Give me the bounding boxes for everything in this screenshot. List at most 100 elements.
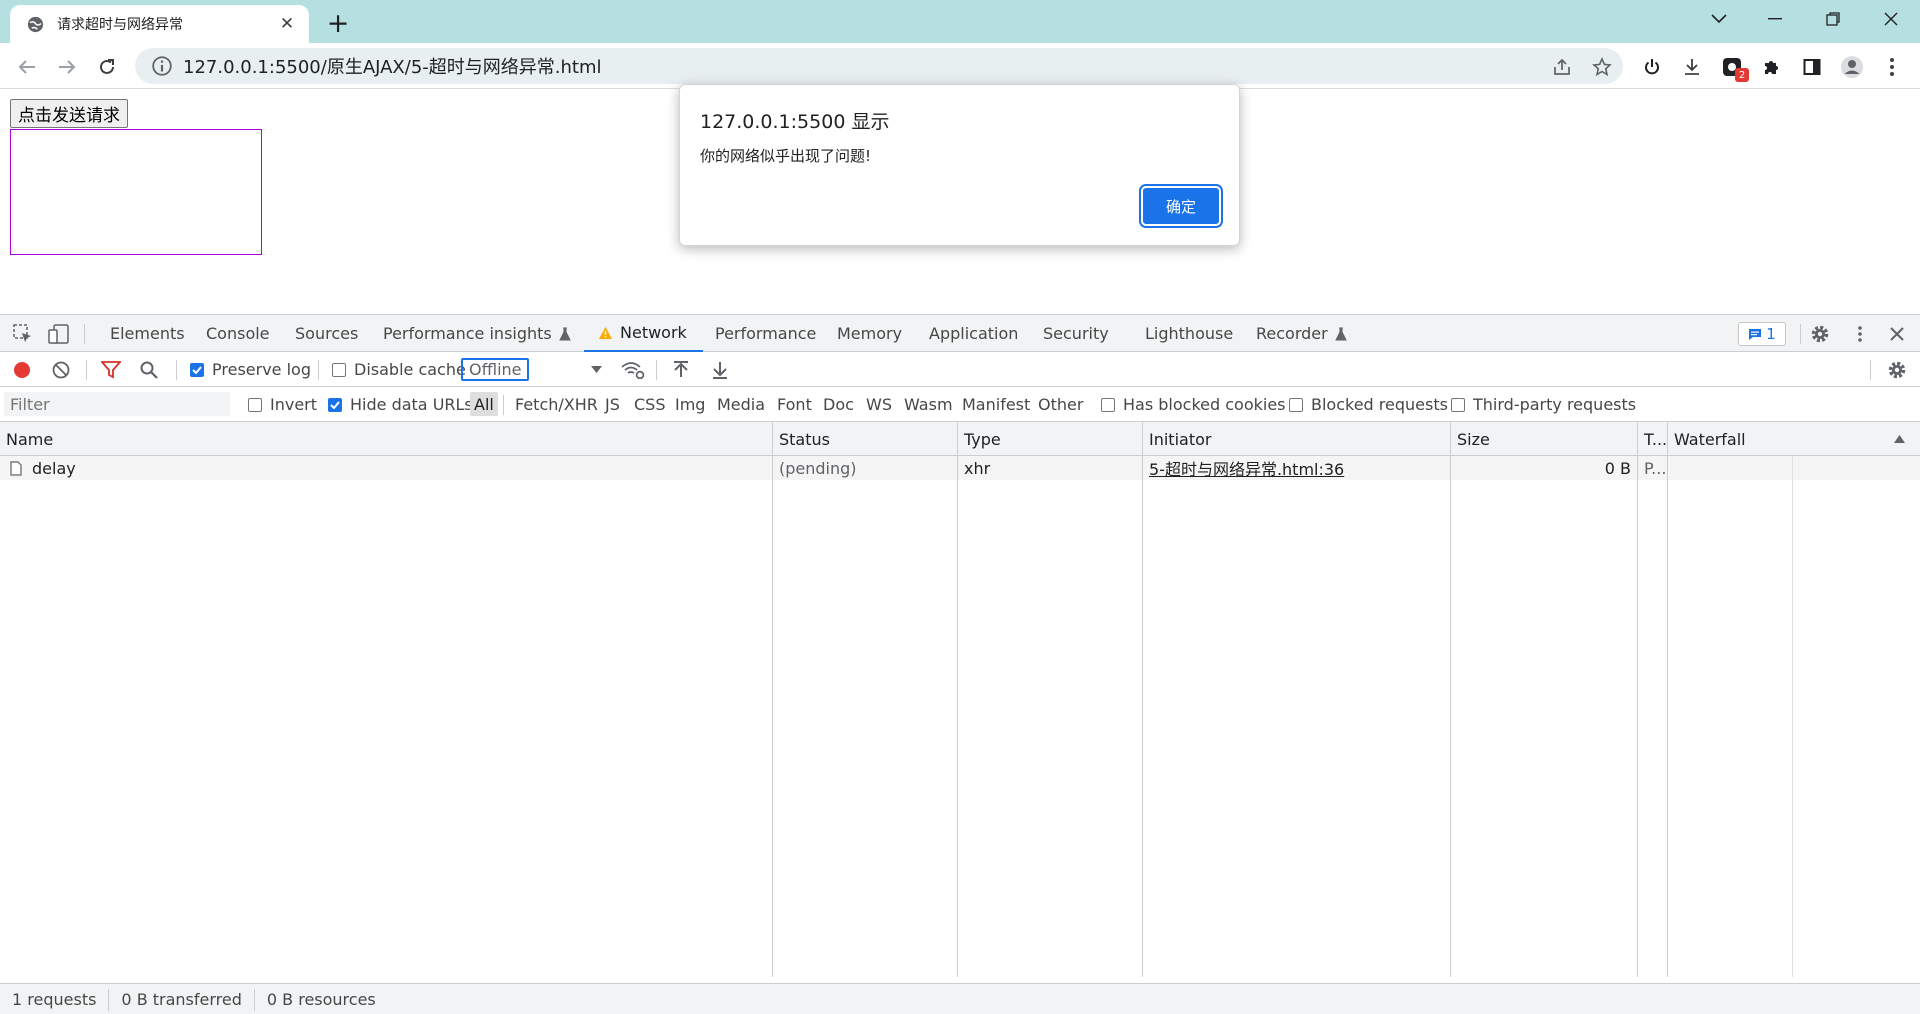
filter-type-other[interactable]: Other bbox=[1034, 392, 1087, 416]
filter-funnel-icon[interactable] bbox=[96, 352, 126, 387]
divider bbox=[1870, 360, 1871, 380]
column-initiator[interactable]: Initiator bbox=[1143, 422, 1211, 456]
more-options-icon[interactable] bbox=[1845, 315, 1875, 352]
filter-type-font[interactable]: Font bbox=[773, 392, 816, 416]
import-har-icon[interactable] bbox=[666, 352, 696, 387]
hide-data-urls-toggle[interactable]: Hide data URLs bbox=[328, 387, 473, 422]
column-type[interactable]: Type bbox=[958, 422, 1001, 456]
tab-sources[interactable]: Sources bbox=[295, 315, 358, 352]
filter-type-fetch-xhr[interactable]: Fetch/XHR bbox=[511, 392, 602, 416]
tab-search-icon[interactable] bbox=[1690, 0, 1748, 38]
requests-count: 1 requests bbox=[0, 988, 110, 1011]
filter-type-js[interactable]: JS bbox=[601, 392, 624, 416]
tab-network[interactable]: Network bbox=[584, 315, 703, 352]
browser-menu-icon[interactable] bbox=[1875, 50, 1909, 84]
network-settings-gear-icon[interactable] bbox=[1882, 352, 1912, 387]
column-time[interactable]: T... bbox=[1638, 422, 1667, 456]
filter-type-ws[interactable]: WS bbox=[862, 392, 896, 416]
minimize-icon[interactable] bbox=[1746, 0, 1804, 38]
tab-console[interactable]: Console bbox=[206, 315, 270, 352]
disable-cache-toggle[interactable]: Disable cache bbox=[332, 352, 466, 387]
column-waterfall[interactable]: Waterfall bbox=[1668, 422, 1746, 456]
throttling-dropdown-icon[interactable] bbox=[581, 352, 611, 387]
invert-checkbox[interactable] bbox=[248, 397, 262, 412]
site-info-icon[interactable] bbox=[151, 55, 173, 77]
filter-bar: Filter Invert Hide data URLs All Fetch/X… bbox=[0, 387, 1920, 422]
reload-icon[interactable] bbox=[90, 50, 124, 84]
column-divider[interactable] bbox=[957, 422, 958, 977]
network-conditions-icon[interactable] bbox=[618, 352, 648, 387]
filter-type-wasm[interactable]: Wasm bbox=[900, 392, 957, 416]
third-party-toggle[interactable]: Third-party requests bbox=[1451, 387, 1636, 422]
settings-gear-icon[interactable] bbox=[1805, 315, 1835, 352]
filter-type-doc[interactable]: Doc bbox=[819, 392, 858, 416]
new-tab-icon[interactable]: + bbox=[323, 8, 353, 39]
clear-icon[interactable] bbox=[46, 352, 76, 387]
tab-performance-insights[interactable]: Performance insights bbox=[383, 315, 571, 352]
third-party-checkbox[interactable] bbox=[1451, 397, 1465, 412]
issues-counter[interactable]: 1 bbox=[1738, 322, 1786, 346]
filter-type-img[interactable]: Img bbox=[671, 392, 709, 416]
tab-security[interactable]: Security bbox=[1043, 315, 1109, 352]
tab-lighthouse[interactable]: Lighthouse bbox=[1145, 315, 1233, 352]
back-icon[interactable] bbox=[10, 50, 44, 84]
column-divider[interactable] bbox=[1637, 422, 1638, 977]
filter-type-media[interactable]: Media bbox=[713, 392, 769, 416]
inspect-element-icon[interactable] bbox=[8, 315, 38, 352]
filter-type-manifest[interactable]: Manifest bbox=[958, 392, 1034, 416]
side-panel-icon[interactable] bbox=[1795, 50, 1829, 84]
browser-tab[interactable]: 请求超时与网络异常 ✕ bbox=[10, 5, 309, 43]
close-devtools-icon[interactable] bbox=[1882, 315, 1912, 352]
tab-recorder[interactable]: Recorder bbox=[1256, 315, 1347, 352]
has-blocked-cookies-toggle[interactable]: Has blocked cookies bbox=[1101, 387, 1286, 422]
tab-elements[interactable]: Elements bbox=[110, 315, 185, 352]
filter-input[interactable]: Filter bbox=[4, 392, 230, 416]
disable-cache-label: Disable cache bbox=[354, 360, 466, 379]
sort-ascending-icon[interactable] bbox=[1888, 422, 1905, 456]
address-bar[interactable]: 127.0.0.1:5500/原生AJAX/5-超时与网络异常.html bbox=[135, 48, 1623, 84]
column-size[interactable]: Size bbox=[1451, 422, 1490, 456]
forward-icon[interactable] bbox=[50, 50, 84, 84]
close-window-icon[interactable] bbox=[1862, 0, 1920, 38]
search-icon[interactable] bbox=[134, 352, 164, 387]
download-icon[interactable] bbox=[1675, 50, 1709, 84]
preserve-log-checkbox[interactable] bbox=[190, 362, 204, 377]
bookmark-star-icon[interactable] bbox=[1585, 50, 1619, 84]
column-name[interactable]: Name bbox=[0, 422, 53, 456]
column-divider[interactable] bbox=[1667, 422, 1668, 977]
export-har-icon[interactable] bbox=[705, 352, 735, 387]
close-tab-icon[interactable]: ✕ bbox=[275, 12, 299, 36]
throttling-select[interactable]: Offline bbox=[461, 358, 529, 381]
invert-toggle[interactable]: Invert bbox=[248, 387, 317, 422]
send-request-button[interactable]: 点击发送请求 bbox=[10, 99, 128, 128]
device-toolbar-icon[interactable] bbox=[44, 315, 74, 352]
power-icon[interactable] bbox=[1635, 50, 1669, 84]
filter-type-all[interactable]: All bbox=[470, 392, 498, 416]
restore-icon[interactable] bbox=[1804, 0, 1862, 38]
experiment-flask-icon bbox=[1334, 327, 1347, 340]
divider bbox=[503, 395, 504, 415]
dialog-ok-button[interactable]: 确定 bbox=[1141, 186, 1221, 226]
extensions-puzzle-icon[interactable] bbox=[1755, 50, 1789, 84]
dialog-message: 你的网络似乎出现了问题! bbox=[700, 147, 872, 165]
column-divider[interactable] bbox=[772, 422, 773, 977]
tab-application[interactable]: Application bbox=[929, 315, 1018, 352]
column-status[interactable]: Status bbox=[773, 422, 830, 456]
record-icon[interactable] bbox=[7, 352, 37, 387]
blocked-requests-toggle[interactable]: Blocked requests bbox=[1289, 387, 1448, 422]
blocked-requests-checkbox[interactable] bbox=[1289, 397, 1303, 412]
request-initiator-link[interactable]: 5-超时与网络异常.html:36 bbox=[1143, 456, 1344, 480]
table-row[interactable]: delay (pending) xhr 5-超时与网络异常.html:36 0 … bbox=[0, 456, 1920, 480]
tab-memory[interactable]: Memory bbox=[837, 315, 902, 352]
hide-data-urls-checkbox[interactable] bbox=[328, 397, 342, 412]
preserve-log-toggle[interactable]: Preserve log bbox=[190, 352, 311, 387]
has-blocked-cookies-checkbox[interactable] bbox=[1101, 397, 1115, 412]
share-icon[interactable] bbox=[1545, 50, 1579, 84]
disable-cache-checkbox[interactable] bbox=[332, 362, 346, 377]
extension-app-icon[interactable]: 2 bbox=[1715, 50, 1749, 84]
column-divider[interactable] bbox=[1450, 422, 1451, 977]
column-divider[interactable] bbox=[1142, 422, 1143, 977]
profile-avatar-icon[interactable] bbox=[1835, 50, 1869, 84]
filter-type-css[interactable]: CSS bbox=[630, 392, 669, 416]
tab-performance[interactable]: Performance bbox=[715, 315, 816, 352]
